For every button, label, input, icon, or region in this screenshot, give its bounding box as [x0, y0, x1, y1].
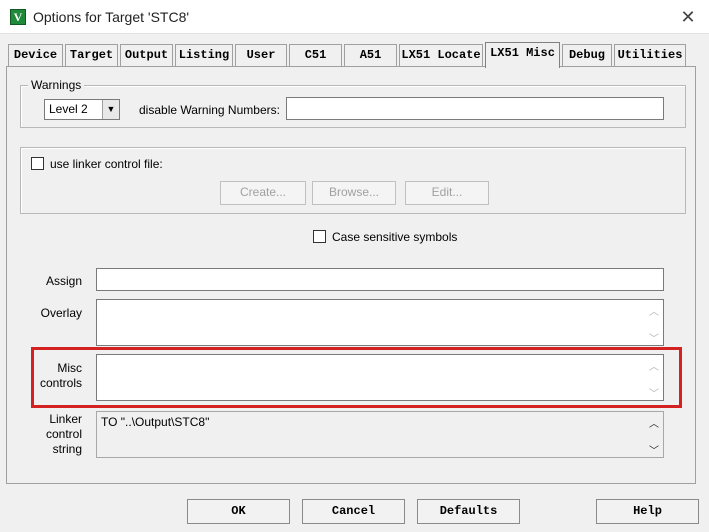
- help-button[interactable]: Help: [596, 499, 699, 524]
- overlay-scroll-up-icon[interactable]: ︿: [647, 303, 661, 318]
- ok-button[interactable]: OK: [187, 499, 290, 524]
- disable-warnings-input[interactable]: [286, 97, 664, 120]
- linker-scroll-up-icon[interactable]: ︿: [647, 415, 661, 430]
- tab-a51[interactable]: A51: [344, 44, 397, 66]
- tab-lx51-misc[interactable]: LX51 Misc: [485, 42, 560, 68]
- keil-app-icon: V: [10, 9, 26, 25]
- linker-label-line1: Linker: [49, 412, 82, 426]
- highlight-box: [31, 347, 682, 408]
- use-linker-file-checkbox[interactable]: [31, 157, 44, 170]
- create-button[interactable]: Create...: [220, 181, 306, 205]
- overlay-textarea[interactable]: [96, 299, 664, 346]
- linker-scroll-down-icon[interactable]: ﹀: [647, 442, 661, 457]
- assign-input[interactable]: [96, 268, 664, 291]
- overlay-label: Overlay: [40, 306, 82, 320]
- linker-label-line2: control: [45, 427, 82, 441]
- tab-user[interactable]: User: [235, 44, 287, 66]
- chevron-down-icon[interactable]: ▼: [102, 100, 119, 119]
- cancel-button[interactable]: Cancel: [302, 499, 405, 524]
- defaults-button[interactable]: Defaults: [417, 499, 520, 524]
- tab-utilities[interactable]: Utilities: [614, 44, 686, 66]
- tab-output[interactable]: Output: [120, 44, 173, 66]
- warning-level-value: Level 2: [49, 102, 88, 116]
- use-linker-file-label: use linker control file:: [50, 157, 163, 171]
- tab-device[interactable]: Device: [8, 44, 63, 66]
- title-bar: V Options for Target 'STC8' ✕: [0, 0, 709, 34]
- close-icon[interactable]: ✕: [679, 6, 697, 28]
- linker-string-label: Linker control string: [30, 412, 82, 457]
- linker-label-line3: string: [52, 442, 82, 456]
- tab-target[interactable]: Target: [65, 44, 118, 66]
- disable-warnings-label: disable Warning Numbers:: [139, 103, 280, 117]
- case-sensitive-label: Case sensitive symbols: [332, 230, 458, 244]
- browse-button[interactable]: Browse...: [312, 181, 396, 205]
- tab-debug[interactable]: Debug: [562, 44, 612, 66]
- warnings-group-label: Warnings: [28, 78, 85, 92]
- case-sensitive-checkbox[interactable]: [313, 230, 326, 243]
- window-title: Options for Target 'STC8': [33, 9, 190, 25]
- assign-label: Assign: [45, 274, 82, 288]
- tab-listing[interactable]: Listing: [175, 44, 233, 66]
- linker-control-string: TO "..\Output\STC8": [96, 411, 664, 458]
- tab-c51[interactable]: C51: [289, 44, 342, 66]
- overlay-scroll-down-icon[interactable]: ﹀: [647, 330, 661, 345]
- tab-lx51-locate[interactable]: LX51 Locate: [399, 44, 483, 66]
- warning-level-select[interactable]: Level 2 ▼: [44, 99, 120, 120]
- edit-button[interactable]: Edit...: [405, 181, 489, 205]
